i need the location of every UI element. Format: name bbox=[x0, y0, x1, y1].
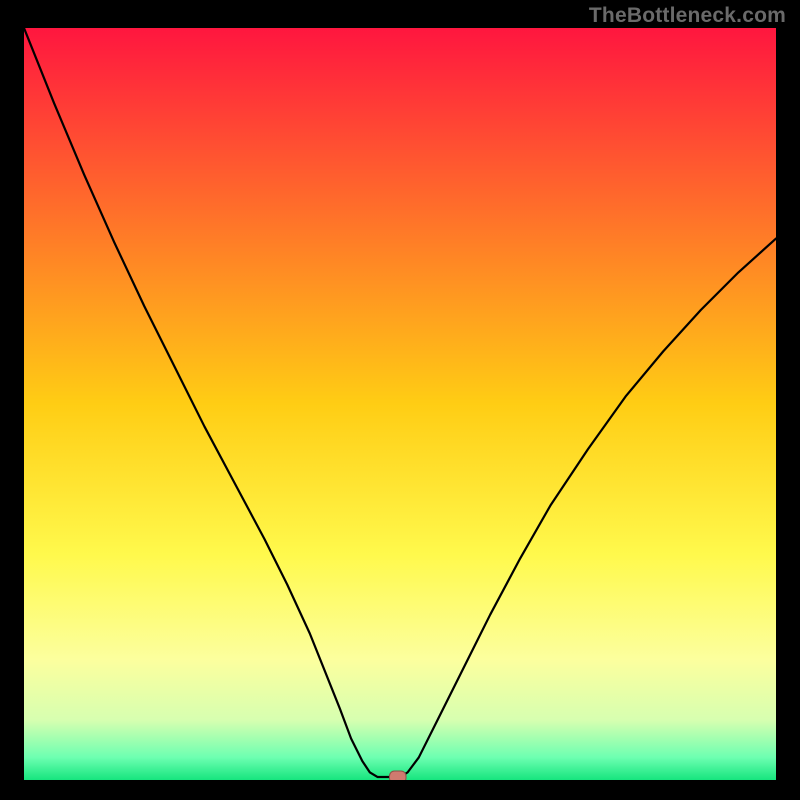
optimum-marker bbox=[389, 771, 406, 780]
watermark-text: TheBottleneck.com bbox=[589, 4, 786, 28]
chart-svg bbox=[24, 28, 776, 780]
gradient-background bbox=[24, 28, 776, 780]
plot-area bbox=[24, 28, 776, 780]
chart-frame: TheBottleneck.com bbox=[0, 0, 800, 800]
